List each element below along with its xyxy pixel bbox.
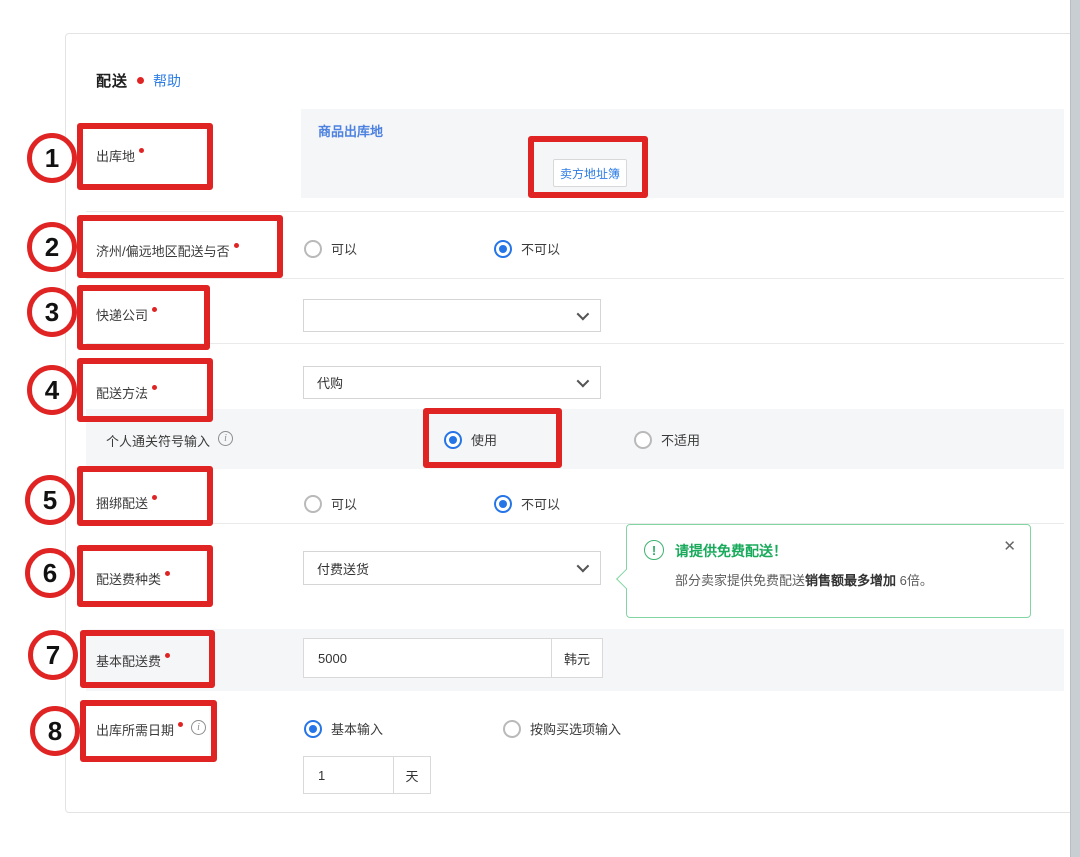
panel-title: 商品出库地 <box>318 124 384 139</box>
chevron-down-icon <box>576 559 590 573</box>
base-fee-input-group: 韩元 <box>303 638 603 678</box>
radio-circle-icon[interactable] <box>304 494 322 513</box>
radio-circle-icon[interactable] <box>304 239 322 258</box>
delivery-method-select[interactable]: 代购 <box>303 366 601 399</box>
required-dot-icon <box>178 722 184 727</box>
radio-bundle-yes[interactable]: 可以 <box>304 494 357 513</box>
radio-label: 基本输入 <box>331 722 384 737</box>
required-dot-icon <box>152 307 158 312</box>
label-text: 捆绑配送 <box>96 496 149 511</box>
radio-label: 不可以 <box>521 242 561 257</box>
radio-leadtime-by-option[interactable]: 按购买选项输入 <box>503 719 621 738</box>
radio-circle-icon[interactable] <box>494 494 512 513</box>
annotation-circle-8: 8 <box>30 706 80 756</box>
required-dot-icon <box>152 495 158 500</box>
annotation-circle-6: 6 <box>25 548 75 598</box>
radio-bundle-no[interactable]: 不可以 <box>494 494 560 513</box>
label-text: 配送费种类 <box>96 572 162 587</box>
vertical-scrollbar[interactable] <box>1070 0 1080 857</box>
chevron-down-icon <box>576 307 590 321</box>
help-link[interactable]: 帮助 <box>153 71 181 91</box>
lead-time-input-group: 天 <box>303 756 431 794</box>
separator <box>86 211 1064 212</box>
label-text: 个人通关符号输入 <box>106 434 211 449</box>
lead-time-input[interactable] <box>303 756 394 794</box>
annotation-circle-4: 4 <box>27 365 77 415</box>
card-title: 配送 <box>96 73 129 90</box>
label-delivery-method: 配送方法 <box>96 383 158 402</box>
tooltip-body: 部分卖家提供免费配送销售额最多增加 6倍。 <box>675 570 933 589</box>
required-dot-icon <box>165 653 171 658</box>
delivery-settings-card: 配送 帮助 出库地 商品出库地 卖方地址簿 济州/偏远地区配送与否 可以 不可以 <box>65 33 1075 813</box>
radio-label: 可以 <box>331 242 358 257</box>
page: 配送 帮助 出库地 商品出库地 卖方地址簿 济州/偏远地区配送与否 可以 不可以 <box>0 0 1080 857</box>
radio-circle-icon[interactable] <box>304 719 322 738</box>
required-dot-icon <box>139 148 145 153</box>
required-dot-icon <box>137 77 145 84</box>
label-base-fee: 基本配送费 <box>96 651 171 670</box>
card-header: 配送 帮助 <box>96 70 181 91</box>
customs-code-band: 个人通关符号输入 使用 不适用 <box>86 409 1064 469</box>
label-text: 基本配送费 <box>96 654 162 669</box>
lead-time-unit: 天 <box>393 756 431 794</box>
label-text: 出库所需日期 <box>96 723 175 738</box>
info-icon[interactable] <box>218 431 234 446</box>
required-dot-icon <box>233 243 239 248</box>
required-dot-icon <box>165 571 171 576</box>
annotation-circle-5: 5 <box>25 475 75 525</box>
separator <box>86 343 1064 344</box>
radio-customs-use[interactable]: 使用 <box>444 430 497 449</box>
radio-jeju-no[interactable]: 不可以 <box>494 239 560 258</box>
courier-select[interactable] <box>303 299 601 332</box>
base-fee-unit: 韩元 <box>551 638 603 678</box>
info-icon[interactable] <box>191 720 207 735</box>
tooltip-body-bold: 销售额最多增加 <box>805 573 897 588</box>
radio-label: 可以 <box>331 497 358 512</box>
radio-leadtime-basic[interactable]: 基本输入 <box>304 719 383 738</box>
tooltip-body-text: 部分卖家提供免费配送 <box>675 573 806 588</box>
fee-type-select[interactable]: 付费送货 <box>303 551 601 585</box>
radio-circle-icon[interactable] <box>634 430 652 449</box>
base-fee-input[interactable] <box>303 638 552 678</box>
label-customs-code: 个人通关符号输入 <box>106 431 234 450</box>
label-lead-time: 出库所需日期 <box>96 720 207 739</box>
annotation-circle-2: 2 <box>27 222 77 272</box>
radio-circle-icon[interactable] <box>494 239 512 258</box>
radio-customs-not-applicable[interactable]: 不适用 <box>634 430 700 449</box>
select-value: 付费送货 <box>317 561 370 577</box>
select-value: 代购 <box>317 376 344 391</box>
radio-label: 不适用 <box>661 433 701 448</box>
tooltip-title: 请提供免费配送！ <box>675 543 787 559</box>
tooltip-body-text: 6倍。 <box>896 573 933 588</box>
exclamation-circle-icon <box>644 540 664 560</box>
label-jeju-remote: 济州/偏远地区配送与否 <box>96 241 239 260</box>
radio-circle-icon[interactable] <box>444 430 462 449</box>
radio-circle-icon[interactable] <box>503 719 521 738</box>
shipping-origin-panel: 商品出库地 卖方地址簿 <box>301 109 1064 198</box>
label-shipping-origin: 出库地 <box>96 146 145 165</box>
label-fee-type: 配送费种类 <box>96 569 171 588</box>
radio-label: 不可以 <box>521 497 561 512</box>
required-dot-icon <box>152 385 158 390</box>
label-text: 配送方法 <box>96 386 149 401</box>
annotation-circle-1: 1 <box>27 133 77 183</box>
radio-label: 按购买选项输入 <box>530 722 622 737</box>
annotation-circle-3: 3 <box>27 287 77 337</box>
close-icon[interactable]: ✕ <box>1003 537 1016 555</box>
annotation-circle-7: 7 <box>28 630 78 680</box>
label-bundle: 捆绑配送 <box>96 493 158 512</box>
label-courier: 快递公司 <box>96 305 158 324</box>
label-text: 出库地 <box>96 149 136 164</box>
radio-jeju-yes[interactable]: 可以 <box>304 239 357 258</box>
label-text: 快递公司 <box>96 308 149 323</box>
chevron-down-icon <box>576 374 590 388</box>
radio-label: 使用 <box>471 433 498 448</box>
tooltip-arrow <box>616 569 636 589</box>
free-shipping-tooltip: 请提供免费配送！ ✕ 部分卖家提供免费配送销售额最多增加 6倍。 <box>616 524 1031 618</box>
separator <box>86 278 1064 279</box>
seller-address-book-button[interactable]: 卖方地址簿 <box>553 159 627 187</box>
label-text: 济州/偏远地区配送与否 <box>96 244 230 259</box>
